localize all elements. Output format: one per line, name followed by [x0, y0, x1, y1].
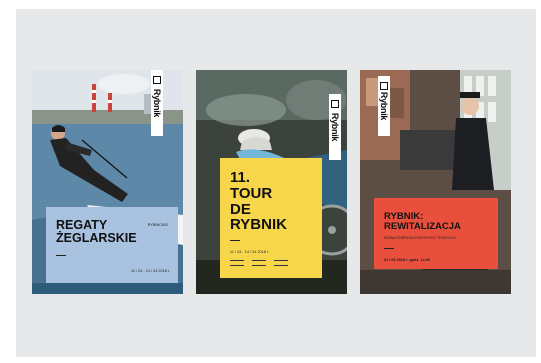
fine-print	[230, 260, 244, 266]
poster-dates: 01 / 06 2018 r. godz. 12.00	[384, 258, 431, 262]
poster-tour-de-rybnik[interactable]: Rybnik 11. TOUR DE RYBNIK 11 / 24 - 14 /…	[196, 70, 347, 294]
poster-title-line: RYBNIK	[230, 216, 287, 234]
title-panel: 11. TOUR DE RYBNIK 11 / 24 - 14 / 24 201…	[220, 158, 322, 278]
poster-title-line: ŻEGLARSKIE	[56, 231, 137, 246]
fine-print	[274, 260, 288, 266]
brand-name: Rybnik	[152, 88, 162, 118]
poster-tag: RYBNICKIE	[147, 223, 168, 227]
brand-label: Rybnik	[378, 76, 390, 136]
poster-subtitle: NOWA ENERGIA POKONTKIJ TRADYCJI	[384, 236, 456, 240]
poster-revitalization[interactable]: Rybnik RYBNIK: REWITALIZACJA NOWA ENERGI…	[360, 70, 511, 294]
brand-label: Rybnik	[151, 70, 163, 136]
poster-title-line: TOUR	[230, 184, 273, 202]
title-panel: RYBNIK: REWITALIZACJA NOWA ENERGIA POKON…	[374, 198, 498, 269]
brand-name: Rybnik	[379, 91, 389, 121]
divider	[384, 248, 394, 249]
poster-dates: 11 / 24 - 14 / 24 2018 r.	[230, 250, 269, 254]
divider	[230, 240, 240, 241]
poster-dates: 11 / 24 - 14 / 24 2018 r.	[131, 269, 170, 273]
city-logo-icon	[153, 76, 161, 84]
poster-title-line: 11.	[230, 169, 251, 186]
water-strip	[32, 283, 183, 294]
brand-label: Rybnik	[329, 94, 341, 160]
divider	[56, 255, 66, 256]
city-logo-icon	[331, 100, 339, 108]
poster-title-line: DE	[230, 200, 251, 218]
city-logo-icon	[380, 82, 388, 90]
brand-name: Rybnik	[330, 112, 340, 142]
poster-title-line: REWITALIZACJA	[384, 220, 461, 232]
title-panel: REGATY ŻEGLARSKIE RYBNICKIE 11 / 24 - 14…	[46, 207, 178, 283]
fine-print	[252, 260, 266, 266]
poster-sailing-regatta[interactable]: Rybnik REGATY ŻEGLARSKIE RYBNICKIE 11 / …	[32, 70, 183, 294]
